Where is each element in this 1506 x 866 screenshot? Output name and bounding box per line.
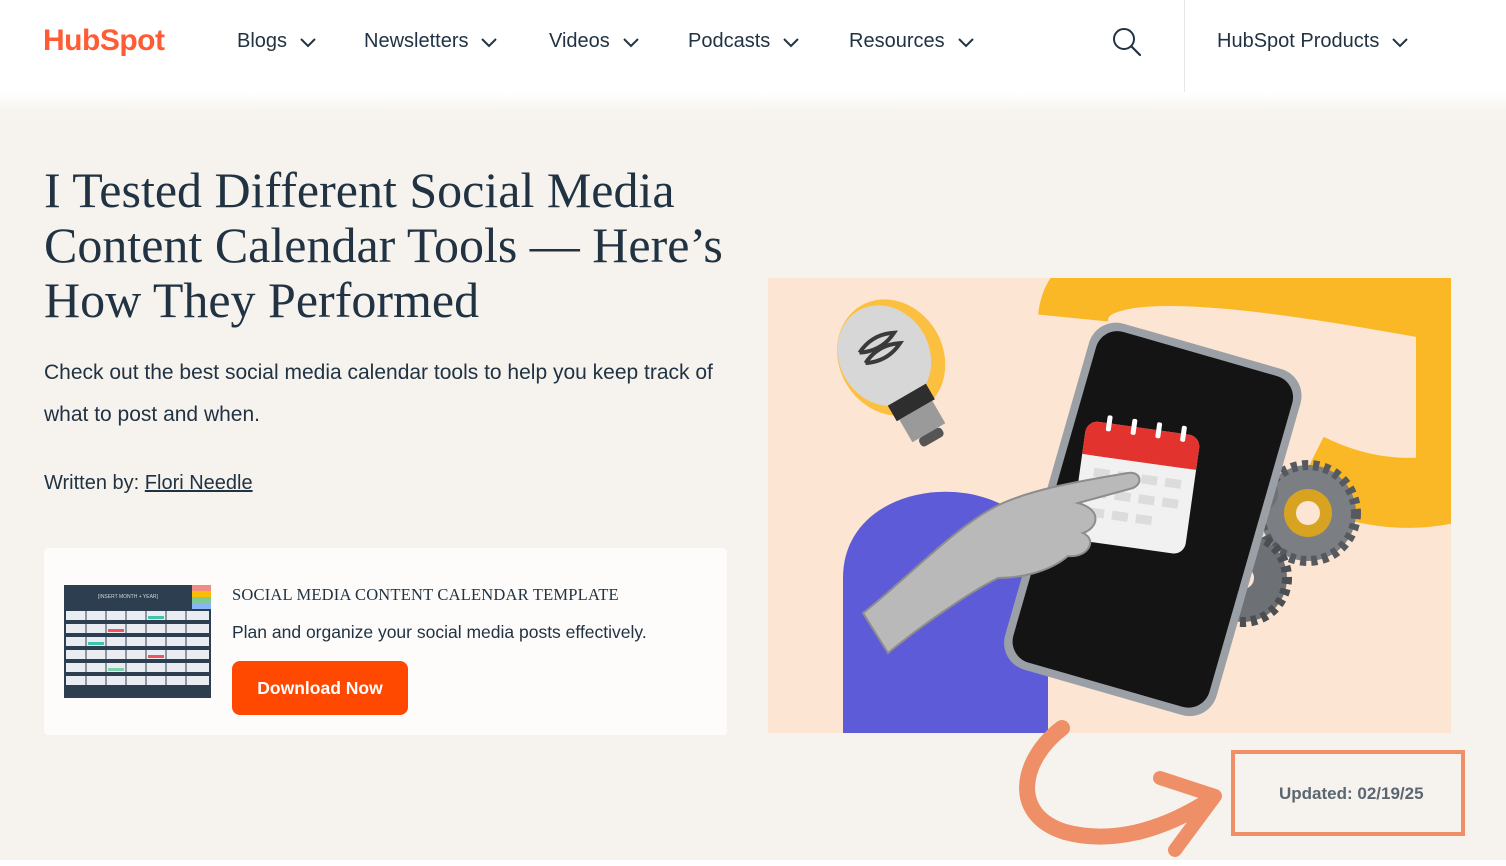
- download-now-button[interactable]: Download Now: [232, 661, 408, 715]
- nav-item-label: Blogs: [237, 30, 288, 52]
- author-byline: Written by: Flori Needle: [44, 472, 253, 495]
- author-link[interactable]: Flori Needle: [145, 472, 253, 494]
- nav-item-label: HubSpot Products: [1217, 30, 1380, 52]
- search-button[interactable]: [1111, 26, 1143, 58]
- annotation-arrow: [1019, 720, 1222, 857]
- nav-item-podcasts[interactable]: Podcasts: [688, 30, 800, 53]
- nav-item-label: Videos: [549, 30, 610, 52]
- article-subtitle: Check out the best social media calendar…: [44, 361, 713, 426]
- article-title: I Tested Different Social Media Content …: [44, 162, 723, 328]
- offer-description: Plan and organize your social media post…: [232, 622, 647, 642]
- nav-item-hubspot-products[interactable]: HubSpot Products: [1217, 30, 1409, 53]
- chevron-down-icon: [1392, 37, 1409, 47]
- chevron-down-icon: [957, 37, 974, 47]
- logo-text: HubSpot: [43, 24, 165, 57]
- offer-title: SOCIAL MEDIA CONTENT CALENDAR TEMPLATE: [232, 585, 619, 604]
- page-bottom-edge: [0, 860, 1506, 866]
- hubspot-logo[interactable]: HubSpot: [43, 24, 165, 64]
- chevron-down-icon: [481, 37, 498, 47]
- search-icon: [1113, 28, 1142, 57]
- nav-item-label: Podcasts: [688, 30, 771, 52]
- nav-item-newsletters[interactable]: Newsletters: [364, 30, 498, 53]
- thumb-header-text: [INSERT MONTH + YEAR]: [98, 594, 158, 600]
- nav-item-resources[interactable]: Resources: [849, 30, 975, 53]
- updated-date-highlight: Updated: 02/19/25: [1231, 750, 1465, 836]
- nav-item-blogs[interactable]: Blogs: [237, 30, 317, 53]
- hero-illustration: [768, 278, 1451, 733]
- nav-item-label: Resources: [849, 30, 945, 52]
- template-offer-card: [INSERT MONTH + YEAR] SOCIAL MEDIA CONTE…: [44, 548, 727, 735]
- header-shadow: [0, 92, 1506, 114]
- calendar-template-thumbnail[interactable]: [INSERT MONTH + YEAR]: [64, 585, 211, 698]
- nav-item-videos[interactable]: Videos: [549, 30, 640, 53]
- chevron-down-icon: [300, 37, 316, 47]
- chevron-down-icon: [783, 37, 799, 47]
- chevron-down-icon: [623, 37, 639, 47]
- top-navigation: HubSpot Blogs Newsletters Videos Podcast…: [0, 0, 1506, 92]
- nav-divider: [1184, 0, 1185, 92]
- updated-date: Updated: 02/19/25: [1279, 784, 1424, 803]
- byline-prefix: Written by:: [44, 472, 140, 494]
- nav-item-label: Newsletters: [364, 30, 469, 52]
